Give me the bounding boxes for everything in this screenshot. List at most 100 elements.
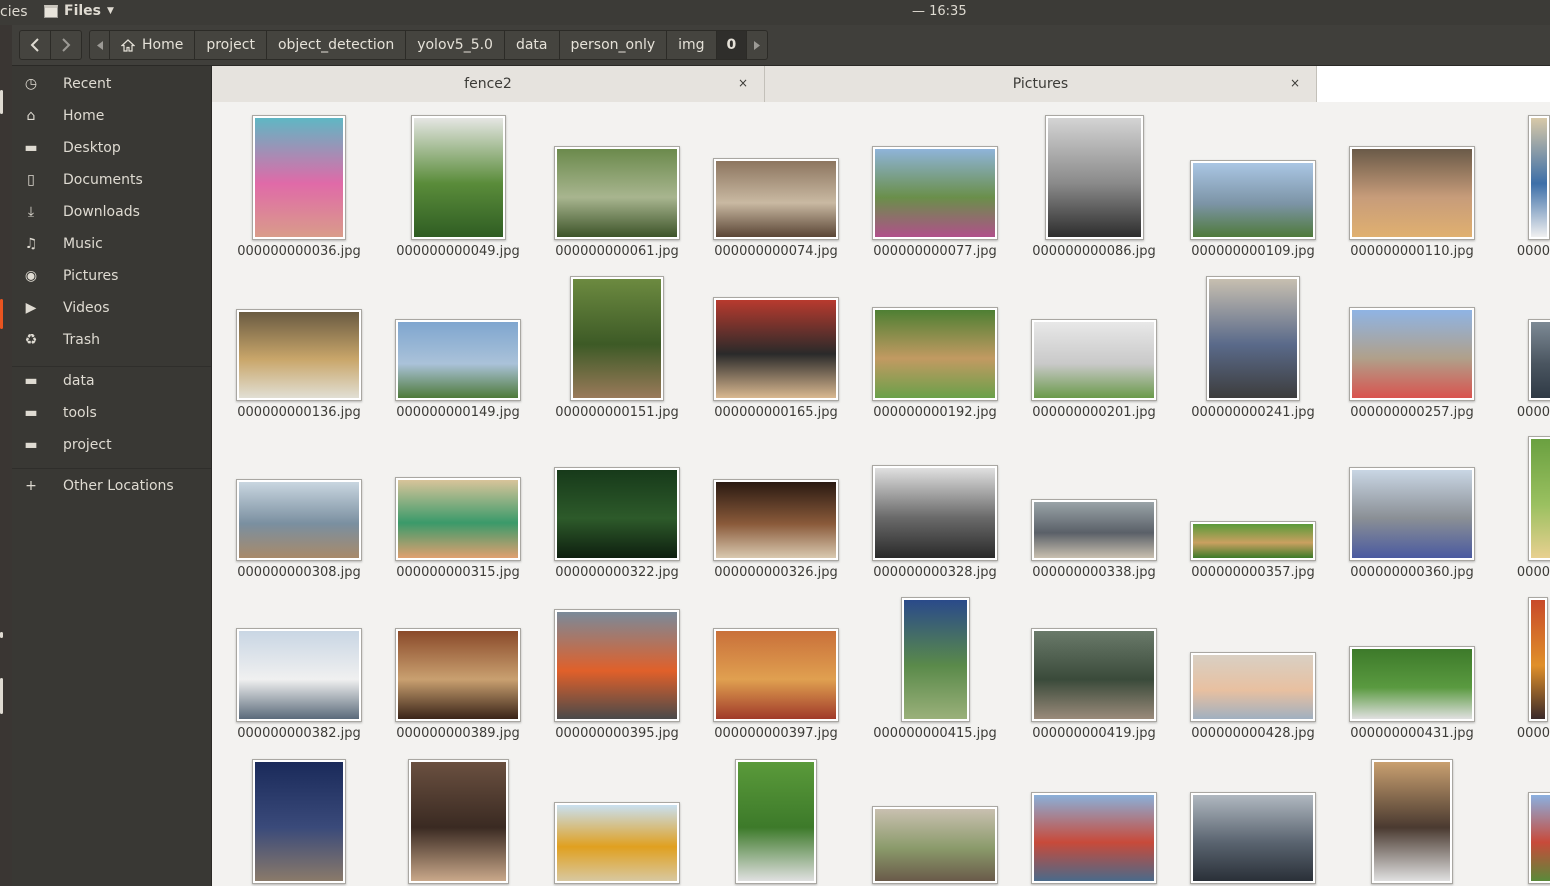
file-thumbnail[interactable]: [1190, 652, 1316, 722]
file-name-label: 000000000360.jpg: [1350, 565, 1474, 580]
file-thumbnail[interactable]: [236, 628, 362, 722]
file-thumbnail[interactable]: [554, 802, 680, 884]
file-thumbnail[interactable]: [713, 479, 839, 561]
file-thumbnail[interactable]: [1206, 276, 1300, 401]
tab-current[interactable]: [1317, 66, 1550, 102]
file-thumbnail[interactable]: [872, 806, 998, 884]
sidebar-item-home[interactable]: ⌂ Home: [12, 101, 211, 131]
file-thumbnail[interactable]: [1528, 115, 1550, 240]
file-thumbnail[interactable]: [1349, 646, 1475, 722]
file-name-label: 000000000110.jpg: [1350, 244, 1474, 259]
file-thumbnail[interactable]: [570, 276, 664, 401]
forward-button[interactable]: [50, 30, 82, 60]
file-thumbnail[interactable]: [713, 628, 839, 722]
file-thumbnail[interactable]: [410, 115, 506, 240]
crumb-object-detection[interactable]: object_detection: [267, 31, 407, 59]
file-thumbnail[interactable]: [1190, 792, 1316, 884]
image-preview: [573, 279, 661, 398]
image-preview: [716, 482, 836, 558]
file-thumbnail[interactable]: [1349, 307, 1475, 401]
tab-fence2[interactable]: fence2 ×: [212, 66, 765, 102]
file-thumbnail[interactable]: [1044, 115, 1144, 240]
tab-pictures[interactable]: Pictures ×: [765, 66, 1317, 102]
sidebar-item-recent[interactable]: ◷ Recent: [12, 69, 211, 99]
file-thumbnail[interactable]: [872, 465, 998, 561]
file-thumbnail[interactable]: [407, 759, 509, 884]
file-name-label: 000000000151.jpg: [555, 405, 679, 420]
file-thumbnail[interactable]: [1031, 499, 1157, 561]
sidebar-item-videos[interactable]: ▶ Videos: [12, 293, 211, 323]
file-thumbnail[interactable]: [872, 146, 998, 240]
file-thumbnail[interactable]: [1031, 628, 1157, 722]
crumb-current[interactable]: 0: [716, 31, 748, 59]
file-thumbnail[interactable]: [1528, 319, 1550, 401]
file-thumbnail[interactable]: [1349, 467, 1475, 561]
file-thumbnail[interactable]: [1190, 160, 1316, 240]
launcher-strip: [0, 25, 12, 886]
crumb-home-label: Home: [142, 37, 184, 53]
file-name-label: 000000000322.jpg: [555, 565, 679, 580]
pathbar-scroll-right[interactable]: [747, 31, 767, 59]
file-thumbnail[interactable]: [735, 759, 817, 884]
file-thumbnail[interactable]: [872, 307, 998, 401]
sidebar-item-pictures[interactable]: ◉ Pictures: [12, 261, 211, 291]
file-thumbnail[interactable]: [1528, 597, 1548, 722]
file-thumbnail[interactable]: [554, 146, 680, 240]
chevron-left-icon: [30, 38, 39, 52]
sidebar-item-desktop[interactable]: ▬ Desktop: [12, 133, 211, 163]
close-icon[interactable]: ×: [1290, 76, 1300, 90]
file-name-label: 0000: [1516, 726, 1550, 741]
file-thumbnail[interactable]: [713, 297, 839, 401]
file-thumbnail[interactable]: [395, 477, 521, 561]
sidebar-bookmark-data[interactable]: ▬ data: [12, 366, 211, 396]
file-thumbnail[interactable]: [1031, 319, 1157, 401]
back-button[interactable]: [19, 30, 51, 60]
file-thumbnail[interactable]: [900, 597, 970, 722]
sidebar-bookmark-project[interactable]: ▬ project: [12, 430, 211, 460]
file-thumbnail[interactable]: [1528, 436, 1550, 561]
sidebar-item-label: Videos: [63, 300, 110, 316]
top-panel: cies Files ▼ — 16:35: [0, 0, 1550, 25]
image-preview: [398, 631, 518, 719]
image-preview: [1034, 795, 1154, 881]
file-thumbnail[interactable]: [252, 759, 346, 884]
crumb-person-only[interactable]: person_only: [560, 31, 668, 59]
image-preview: [239, 631, 359, 719]
image-preview: [1193, 655, 1313, 719]
file-name-label: 000000000036.jpg: [237, 244, 361, 259]
app-menu[interactable]: Files ▼: [44, 3, 114, 19]
file-thumbnail[interactable]: [1371, 759, 1453, 884]
sidebar-item-documents[interactable]: ▯ Documents: [12, 165, 211, 195]
crumb-project[interactable]: project: [195, 31, 267, 59]
image-preview: [1531, 439, 1550, 558]
file-thumbnail[interactable]: [395, 319, 521, 401]
file-thumbnail[interactable]: [252, 115, 346, 240]
image-preview: [1531, 322, 1550, 398]
close-icon[interactable]: ×: [738, 76, 748, 90]
file-thumbnail[interactable]: [236, 479, 362, 561]
sidebar-item-music[interactable]: ♫ Music: [12, 229, 211, 259]
sidebar-item-other-locations[interactable]: + Other Locations: [12, 471, 211, 501]
sidebar-item-trash[interactable]: ♻ Trash: [12, 325, 211, 355]
crumb-img[interactable]: img: [667, 31, 717, 59]
sidebar-item-downloads[interactable]: ⤓ Downloads: [12, 197, 211, 227]
file-thumbnail[interactable]: [713, 158, 839, 240]
file-thumbnail[interactable]: [1349, 146, 1475, 240]
crumb-data[interactable]: data: [505, 31, 560, 59]
file-thumbnail[interactable]: [1190, 521, 1316, 561]
clock[interactable]: — 16:35: [912, 4, 967, 19]
activities-button[interactable]: cies: [0, 4, 28, 20]
sidebar-bookmark-tools[interactable]: ▬ tools: [12, 398, 211, 428]
download-icon: ⤓: [27, 204, 35, 220]
file-thumbnail[interactable]: [1031, 792, 1157, 884]
file-thumbnail[interactable]: [554, 467, 680, 561]
file-thumbnail[interactable]: [236, 309, 362, 401]
file-thumbnail[interactable]: [554, 609, 680, 722]
crumb-home[interactable]: Home: [110, 31, 196, 59]
pathbar-scroll-left[interactable]: [90, 31, 110, 59]
image-preview: [1531, 600, 1545, 719]
sidebar-separator: [12, 468, 211, 469]
file-thumbnail[interactable]: [1528, 792, 1550, 884]
crumb-yolov5[interactable]: yolov5_5.0: [406, 31, 505, 59]
file-thumbnail[interactable]: [395, 628, 521, 722]
